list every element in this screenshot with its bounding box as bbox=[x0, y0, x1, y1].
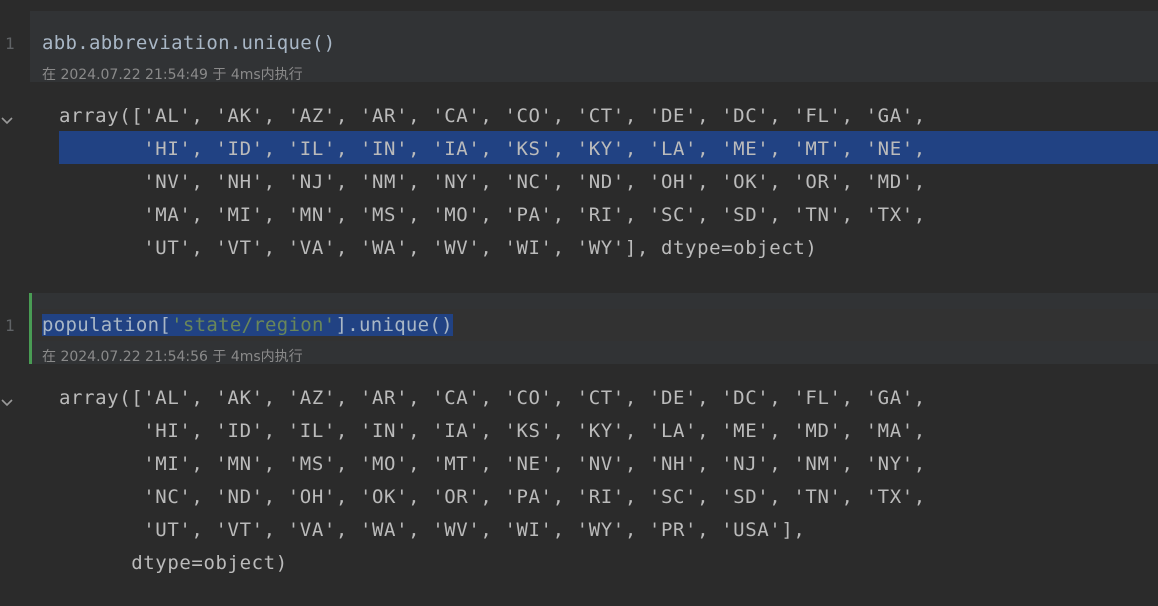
cell-2-output-line: array(['AL', 'AK', 'AZ', 'AR', 'CA', 'CO… bbox=[59, 387, 926, 409]
cell-2-output-line: dtype=object) bbox=[59, 552, 288, 574]
cell-2-code-string: 'state/region' bbox=[171, 314, 336, 336]
cell-2-code-selection: population['state/region'].unique() bbox=[42, 314, 453, 336]
cell-2-code[interactable]: population['state/region'].unique() bbox=[42, 312, 453, 338]
cell-1-output-line: 'UT', 'VT', 'VA', 'WA', 'WV', 'WI', 'WY'… bbox=[59, 237, 818, 259]
cell-1-output-line: array(['AL', 'AK', 'AZ', 'AR', 'CA', 'CO… bbox=[59, 105, 926, 127]
cell-1-exec-meta: 在 2024.07.22 21:54:49 于 4ms内执行 bbox=[42, 67, 303, 83]
cell-2-line-number: 1 bbox=[5, 316, 15, 335]
cell-1-output-collapse-toggle[interactable] bbox=[0, 112, 14, 126]
cell-1-code-pre: abb.abbreviation.unique() bbox=[42, 32, 336, 54]
chevron-down-icon bbox=[1, 399, 13, 407]
cell-1-output-line: 'NV', 'NH', 'NJ', 'NM', 'NY', 'NC', 'ND'… bbox=[59, 171, 926, 193]
cell-2-output-collapse-toggle[interactable] bbox=[0, 394, 14, 408]
cell-2-exec-meta: 在 2024.07.22 21:54:56 于 4ms内执行 bbox=[42, 349, 303, 365]
cell-2-code-post: ].unique() bbox=[335, 314, 453, 336]
cell-1-code[interactable]: abb.abbreviation.unique() bbox=[42, 30, 335, 56]
cell-2-output-line: 'UT', 'VT', 'VA', 'WA', 'WV', 'WI', 'WY'… bbox=[59, 519, 806, 541]
cell-2-output-line: 'NC', 'ND', 'OH', 'OK', 'OR', 'PA', 'RI'… bbox=[59, 486, 926, 508]
cell-1-line-number: 1 bbox=[5, 34, 15, 53]
cell-1-output-line: 'HI', 'ID', 'IL', 'IN', 'IA', 'KS', 'KY'… bbox=[59, 138, 926, 160]
cell-2-code-pre: population[ bbox=[42, 314, 172, 336]
cell-1-output-line: 'MA', 'MI', 'MN', 'MS', 'MO', 'PA', 'RI'… bbox=[59, 204, 926, 226]
cell-2-output-line: 'HI', 'ID', 'IL', 'IN', 'IA', 'KS', 'KY'… bbox=[59, 420, 926, 442]
chevron-down-icon bbox=[1, 117, 13, 125]
cell-2-output-line: 'MI', 'MN', 'MS', 'MO', 'MT', 'NE', 'NV'… bbox=[59, 453, 926, 475]
